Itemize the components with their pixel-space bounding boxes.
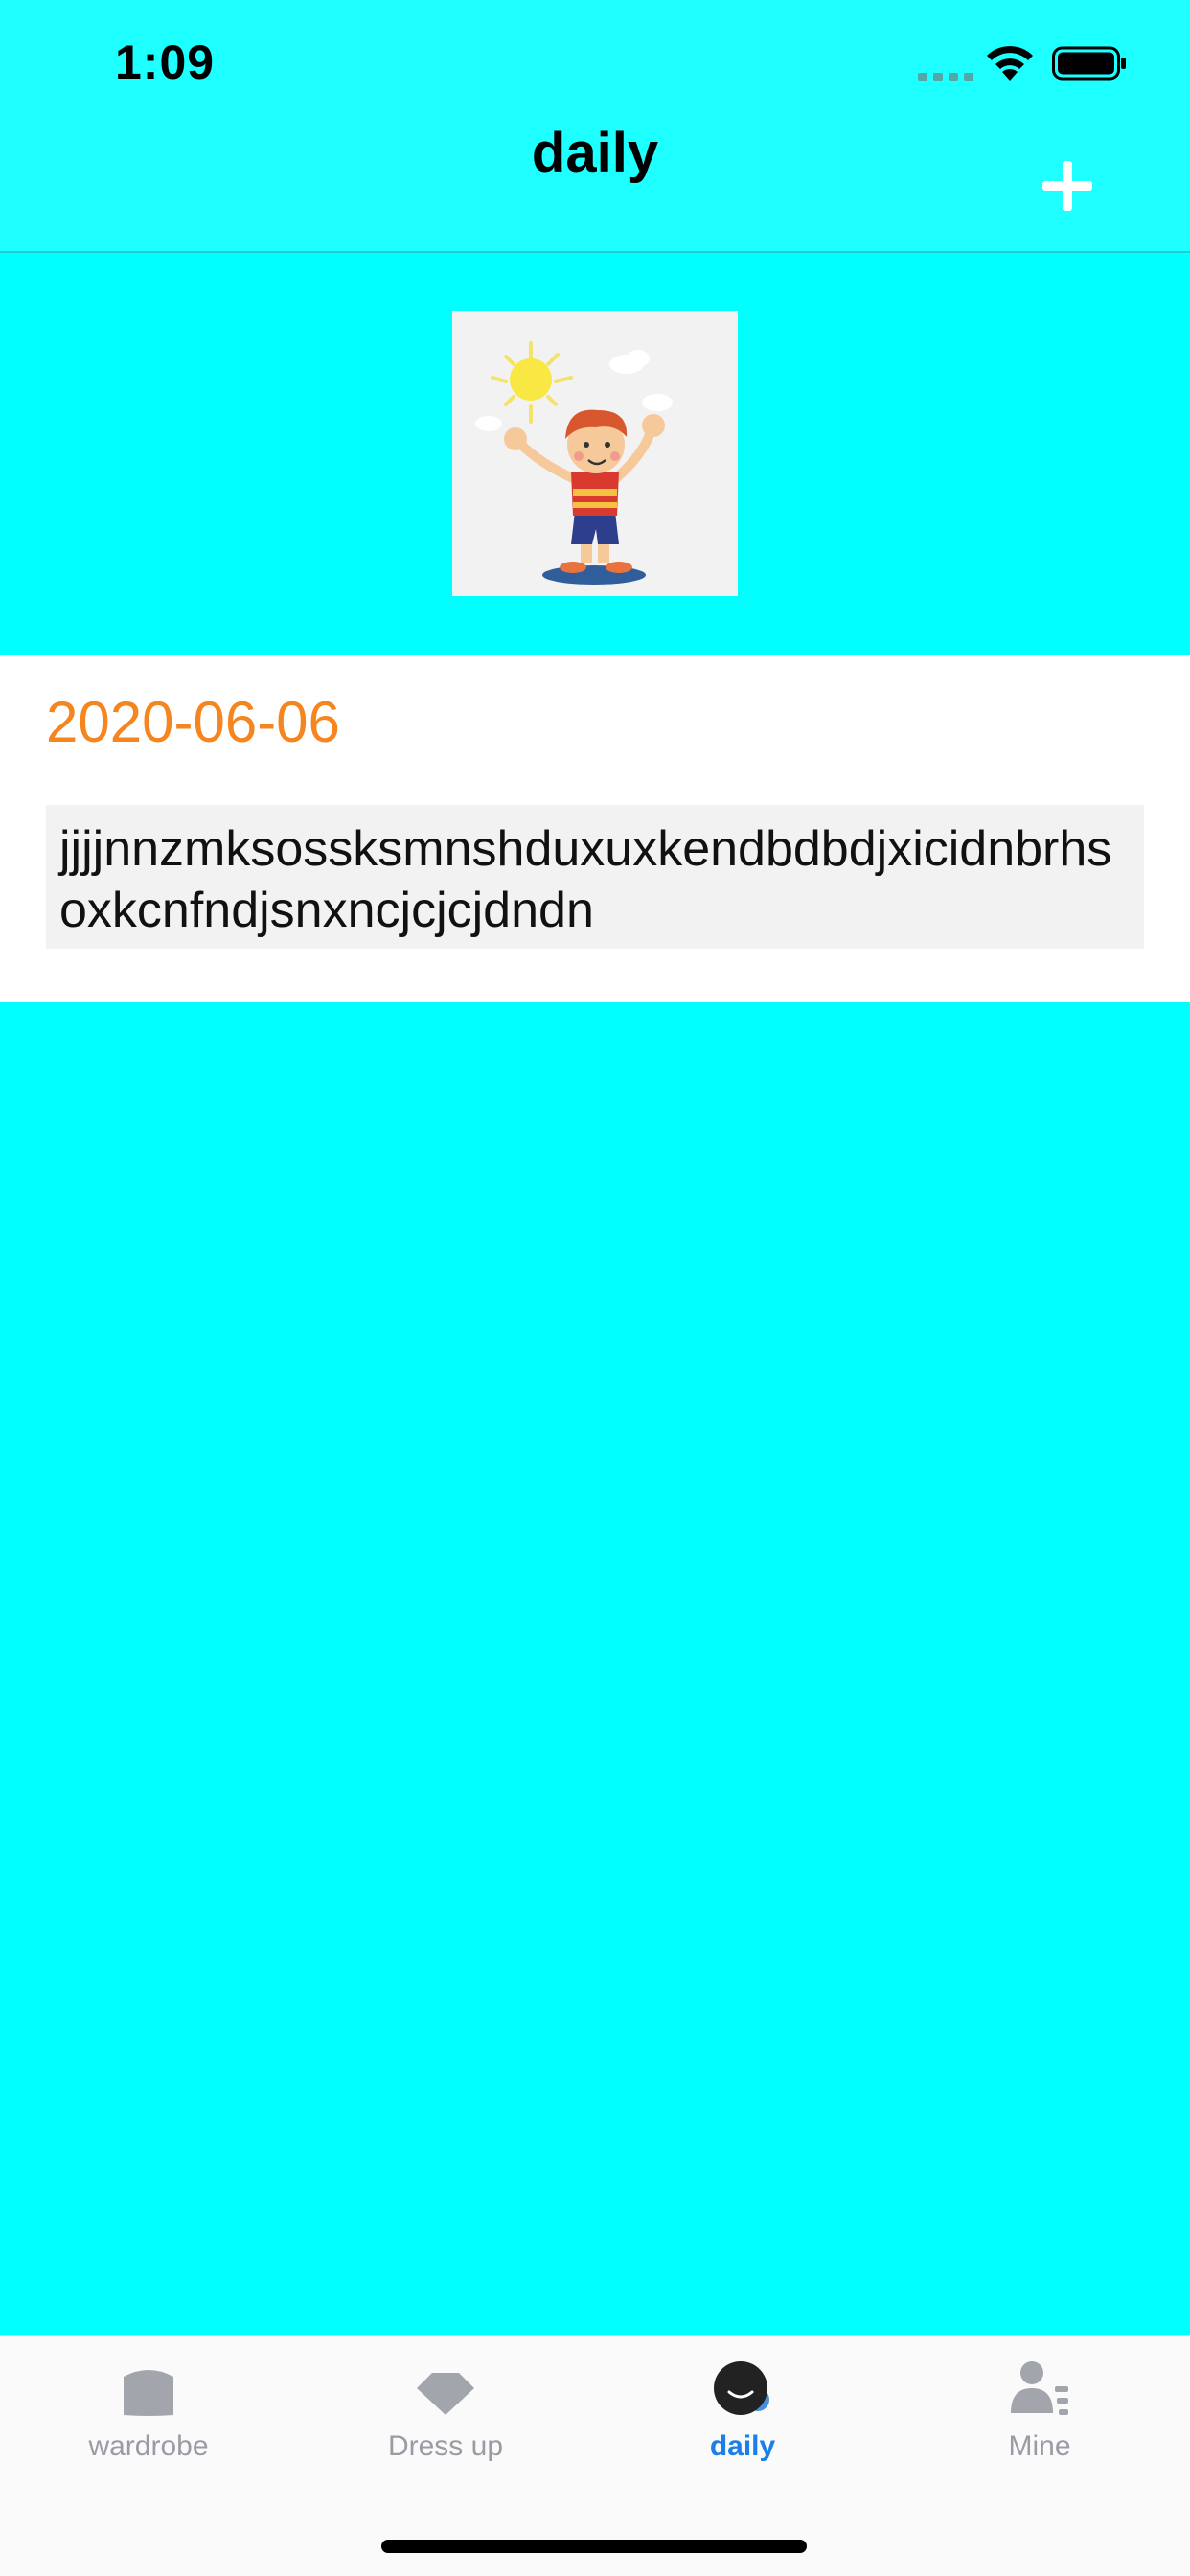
tab-label-wardrobe: wardrobe [88,2430,209,2462]
page-title: daily [531,122,659,184]
plus-icon [1042,161,1092,211]
top-header: 1:09 daily [0,0,1190,253]
entry-note: jjjjnnzmksossksmnshduxuxkendbdbdjxicidnb… [46,805,1144,949]
status-time: 1:09 [115,35,216,89]
entry-date: 2020-06-06 [46,690,340,754]
cartoon-boy-image [475,341,673,585]
tab-label-daily: daily [709,2430,776,2462]
battery-icon [1052,46,1126,80]
tab-mine[interactable]: Mine [891,2358,1188,2501]
add-entry-button[interactable] [1039,157,1096,215]
tab-label-mine: Mine [1008,2430,1071,2462]
wardrobe-icon [124,2370,173,2416]
profile-icon [1011,2361,1068,2415]
diamond-icon [417,2373,474,2415]
cellular-signal-icon [918,71,973,80]
wifi-icon [987,46,1033,80]
daily-entry-card[interactable]: 2020-06-06 jjjjnnzmksossksmnshduxuxkendb… [0,656,1190,1002]
home-indicator[interactable] [381,2540,807,2553]
tab-daily[interactable]: daily [594,2358,891,2501]
daily-photo[interactable] [452,310,738,596]
smile-icon [714,2361,769,2415]
tab-dress-up[interactable]: Dress up [297,2358,594,2501]
tab-label-dress-up: Dress up [387,2430,504,2462]
tab-wardrobe[interactable]: wardrobe [0,2358,297,2501]
